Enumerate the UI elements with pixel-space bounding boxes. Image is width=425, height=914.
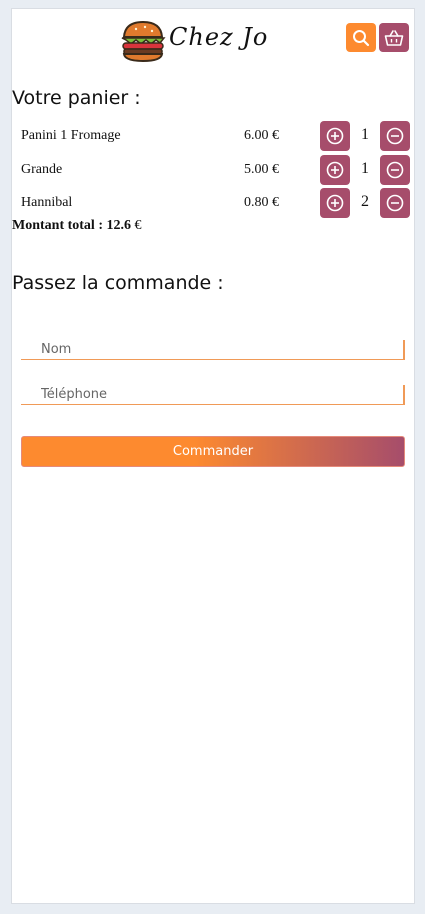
cart-total-amount: Montant total : 12.6: [12, 218, 131, 233]
decrease-qty-button[interactable]: [380, 121, 410, 151]
cart-item-price: 0.80 €: [244, 195, 279, 210]
burger-icon: [121, 20, 166, 63]
logo[interactable]: Chez Jo: [119, 19, 289, 65]
cart-item-name: Hannibal: [21, 195, 73, 210]
cart-item: Grande 5.00 € 1: [12, 155, 416, 185]
cart-item-qty: 1: [361, 160, 369, 177]
name-field[interactable]: [21, 340, 405, 360]
search-icon: [353, 29, 370, 46]
order-submit-button[interactable]: Commander: [21, 436, 405, 467]
increase-qty-button[interactable]: [320, 188, 350, 218]
increase-qty-button[interactable]: [320, 121, 350, 151]
increase-qty-button[interactable]: [320, 155, 350, 185]
minus-circle-icon: [386, 161, 404, 179]
cart-item-price: 5.00 €: [244, 162, 279, 177]
phone-field[interactable]: [21, 385, 405, 405]
cart-total: Montant total : 12.6 €: [12, 218, 142, 234]
basket-icon: [384, 29, 404, 46]
decrease-qty-button[interactable]: [380, 155, 410, 185]
cart-total-currency: €: [131, 218, 142, 233]
cart-item-name: Panini 1 Fromage: [21, 128, 121, 143]
order-title: Passez la commande :: [12, 272, 224, 294]
plus-circle-icon: [326, 194, 344, 212]
cart-item-qty: 1: [361, 126, 369, 143]
plus-circle-icon: [326, 161, 344, 179]
plus-circle-icon: [326, 127, 344, 145]
cart-item-name: Grande: [21, 162, 63, 177]
cart-item: Panini 1 Fromage 6.00 € 1: [12, 121, 416, 151]
minus-circle-icon: [386, 127, 404, 145]
cart-item: Hannibal 0.80 € 2: [12, 188, 416, 218]
brand-name: Chez Jo: [169, 23, 269, 51]
decrease-qty-button[interactable]: [380, 188, 410, 218]
page-container: Chez Jo Votre panier : Panini 1 Fromage …: [11, 8, 415, 904]
minus-circle-icon: [386, 194, 404, 212]
cart-title: Votre panier :: [12, 87, 141, 109]
cart-item-qty: 2: [361, 193, 369, 210]
cart-item-price: 6.00 €: [244, 128, 279, 143]
search-button[interactable]: [346, 23, 376, 52]
cart-button[interactable]: [379, 23, 409, 52]
